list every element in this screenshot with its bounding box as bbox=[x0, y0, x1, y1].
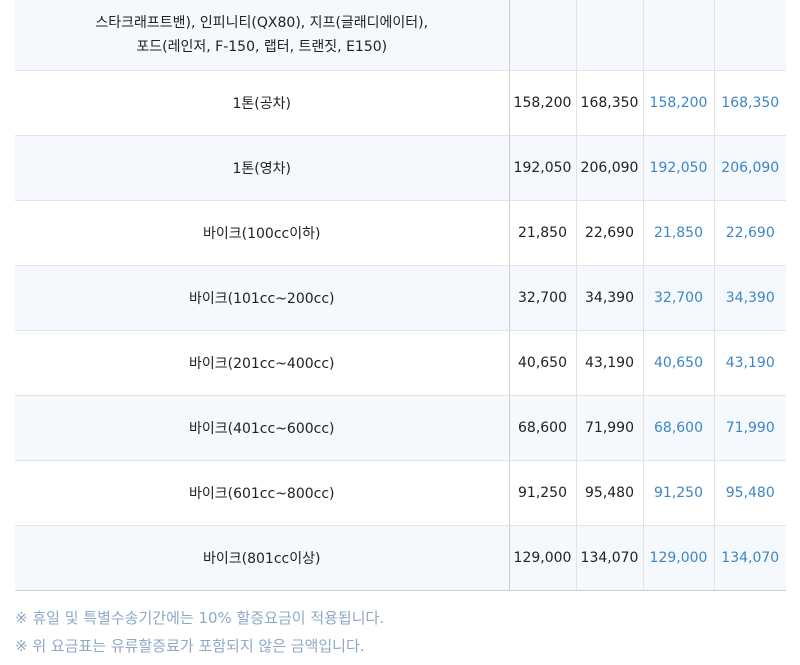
table-row: 바이크(601cc~800cc) 91,250 95,480 91,250 95… bbox=[15, 460, 786, 526]
note-fuel-surcharge: ※ 위 요금표는 유류할증료가 포함되지 않은 금액입니다. bbox=[15, 637, 365, 655]
fare-cell: 158,200 bbox=[509, 70, 577, 136]
vehicle-cell: 바이크(401cc~600cc) bbox=[15, 395, 510, 461]
fare-cell: 34,390 bbox=[576, 265, 644, 331]
vehicle-cell: 바이크(101cc~200cc) bbox=[15, 265, 510, 331]
fare-cell: 32,700 bbox=[643, 265, 715, 331]
fare-cell: 40,650 bbox=[509, 330, 577, 396]
fare-table: 스타크래프트밴), 인피니티(QX80), 지프(글래디에이터), 포드(레인저… bbox=[15, 0, 786, 591]
fare-cell bbox=[576, 0, 644, 71]
fare-cell: 192,050 bbox=[643, 135, 715, 201]
fare-notes: ※ 휴일 및 특별수송기간에는 10% 할증요금이 적용됩니다. ※ 위 요금표… bbox=[15, 604, 786, 660]
fare-cell: 68,600 bbox=[643, 395, 715, 461]
fare-cell: 71,990 bbox=[714, 395, 786, 461]
note-holiday-surcharge: ※ 휴일 및 특별수송기간에는 10% 할증요금이 적용됩니다. bbox=[15, 609, 385, 627]
table-row: 바이크(401cc~600cc) 68,600 71,990 68,600 71… bbox=[15, 395, 786, 461]
fare-cell bbox=[714, 0, 786, 71]
fare-cell: 134,070 bbox=[576, 525, 644, 591]
fare-cell: 68,600 bbox=[509, 395, 577, 461]
vehicle-cell: 바이크(100cc이하) bbox=[15, 200, 510, 266]
fare-cell bbox=[643, 0, 715, 71]
vehicle-cell: 바이크(601cc~800cc) bbox=[15, 460, 510, 526]
fare-cell: 21,850 bbox=[509, 200, 577, 266]
fare-cell: 22,690 bbox=[714, 200, 786, 266]
table-row: 바이크(801cc이상) 129,000 134,070 129,000 134… bbox=[15, 525, 786, 591]
fare-cell: 71,990 bbox=[576, 395, 644, 461]
vehicle-cell: 바이크(801cc이상) bbox=[15, 525, 510, 591]
fare-cell: 129,000 bbox=[643, 525, 715, 591]
fare-cell: 40,650 bbox=[643, 330, 715, 396]
fare-cell: 168,350 bbox=[576, 70, 644, 136]
fare-cell: 91,250 bbox=[509, 460, 577, 526]
vehicle-cell: 바이크(201cc~400cc) bbox=[15, 330, 510, 396]
table-row: 스타크래프트밴), 인피니티(QX80), 지프(글래디에이터), 포드(레인저… bbox=[15, 0, 786, 71]
fare-cell: 192,050 bbox=[509, 135, 577, 201]
fare-cell: 21,850 bbox=[643, 200, 715, 266]
fare-cell: 43,190 bbox=[714, 330, 786, 396]
table-row: 바이크(201cc~400cc) 40,650 43,190 40,650 43… bbox=[15, 330, 786, 396]
fare-cell: 22,690 bbox=[576, 200, 644, 266]
table-row: 1톤(공차) 158,200 168,350 158,200 168,350 bbox=[15, 70, 786, 136]
fare-cell: 168,350 bbox=[714, 70, 786, 136]
fare-cell: 95,480 bbox=[714, 460, 786, 526]
fare-cell: 134,070 bbox=[714, 525, 786, 591]
vehicle-line: 포드(레인저, F-150, 랩터, 트랜짓, E150) bbox=[136, 39, 388, 55]
fare-cell: 34,390 bbox=[714, 265, 786, 331]
vehicle-cell: 1톤(공차) bbox=[15, 70, 510, 136]
table-row: 바이크(101cc~200cc) 32,700 34,390 32,700 34… bbox=[15, 265, 786, 331]
fare-cell: 206,090 bbox=[714, 135, 786, 201]
table-row: 1톤(영차) 192,050 206,090 192,050 206,090 bbox=[15, 135, 786, 201]
vehicle-line: 스타크래프트밴), 인피니티(QX80), 지프(글래디에이터), bbox=[95, 15, 429, 31]
fare-cell: 95,480 bbox=[576, 460, 644, 526]
table-row: 바이크(100cc이하) 21,850 22,690 21,850 22,690 bbox=[15, 200, 786, 266]
fare-cell: 91,250 bbox=[643, 460, 715, 526]
vehicle-cell: 스타크래프트밴), 인피니티(QX80), 지프(글래디에이터), 포드(레인저… bbox=[15, 0, 510, 71]
fare-cell: 43,190 bbox=[576, 330, 644, 396]
fare-cell: 206,090 bbox=[576, 135, 644, 201]
fare-cell: 158,200 bbox=[643, 70, 715, 136]
vehicle-cell: 1톤(영차) bbox=[15, 135, 510, 201]
fare-cell: 129,000 bbox=[509, 525, 577, 591]
fare-table-container: 스타크래프트밴), 인피니티(QX80), 지프(글래디에이터), 포드(레인저… bbox=[15, 0, 786, 591]
fare-cell bbox=[509, 0, 577, 71]
fare-cell: 32,700 bbox=[509, 265, 577, 331]
